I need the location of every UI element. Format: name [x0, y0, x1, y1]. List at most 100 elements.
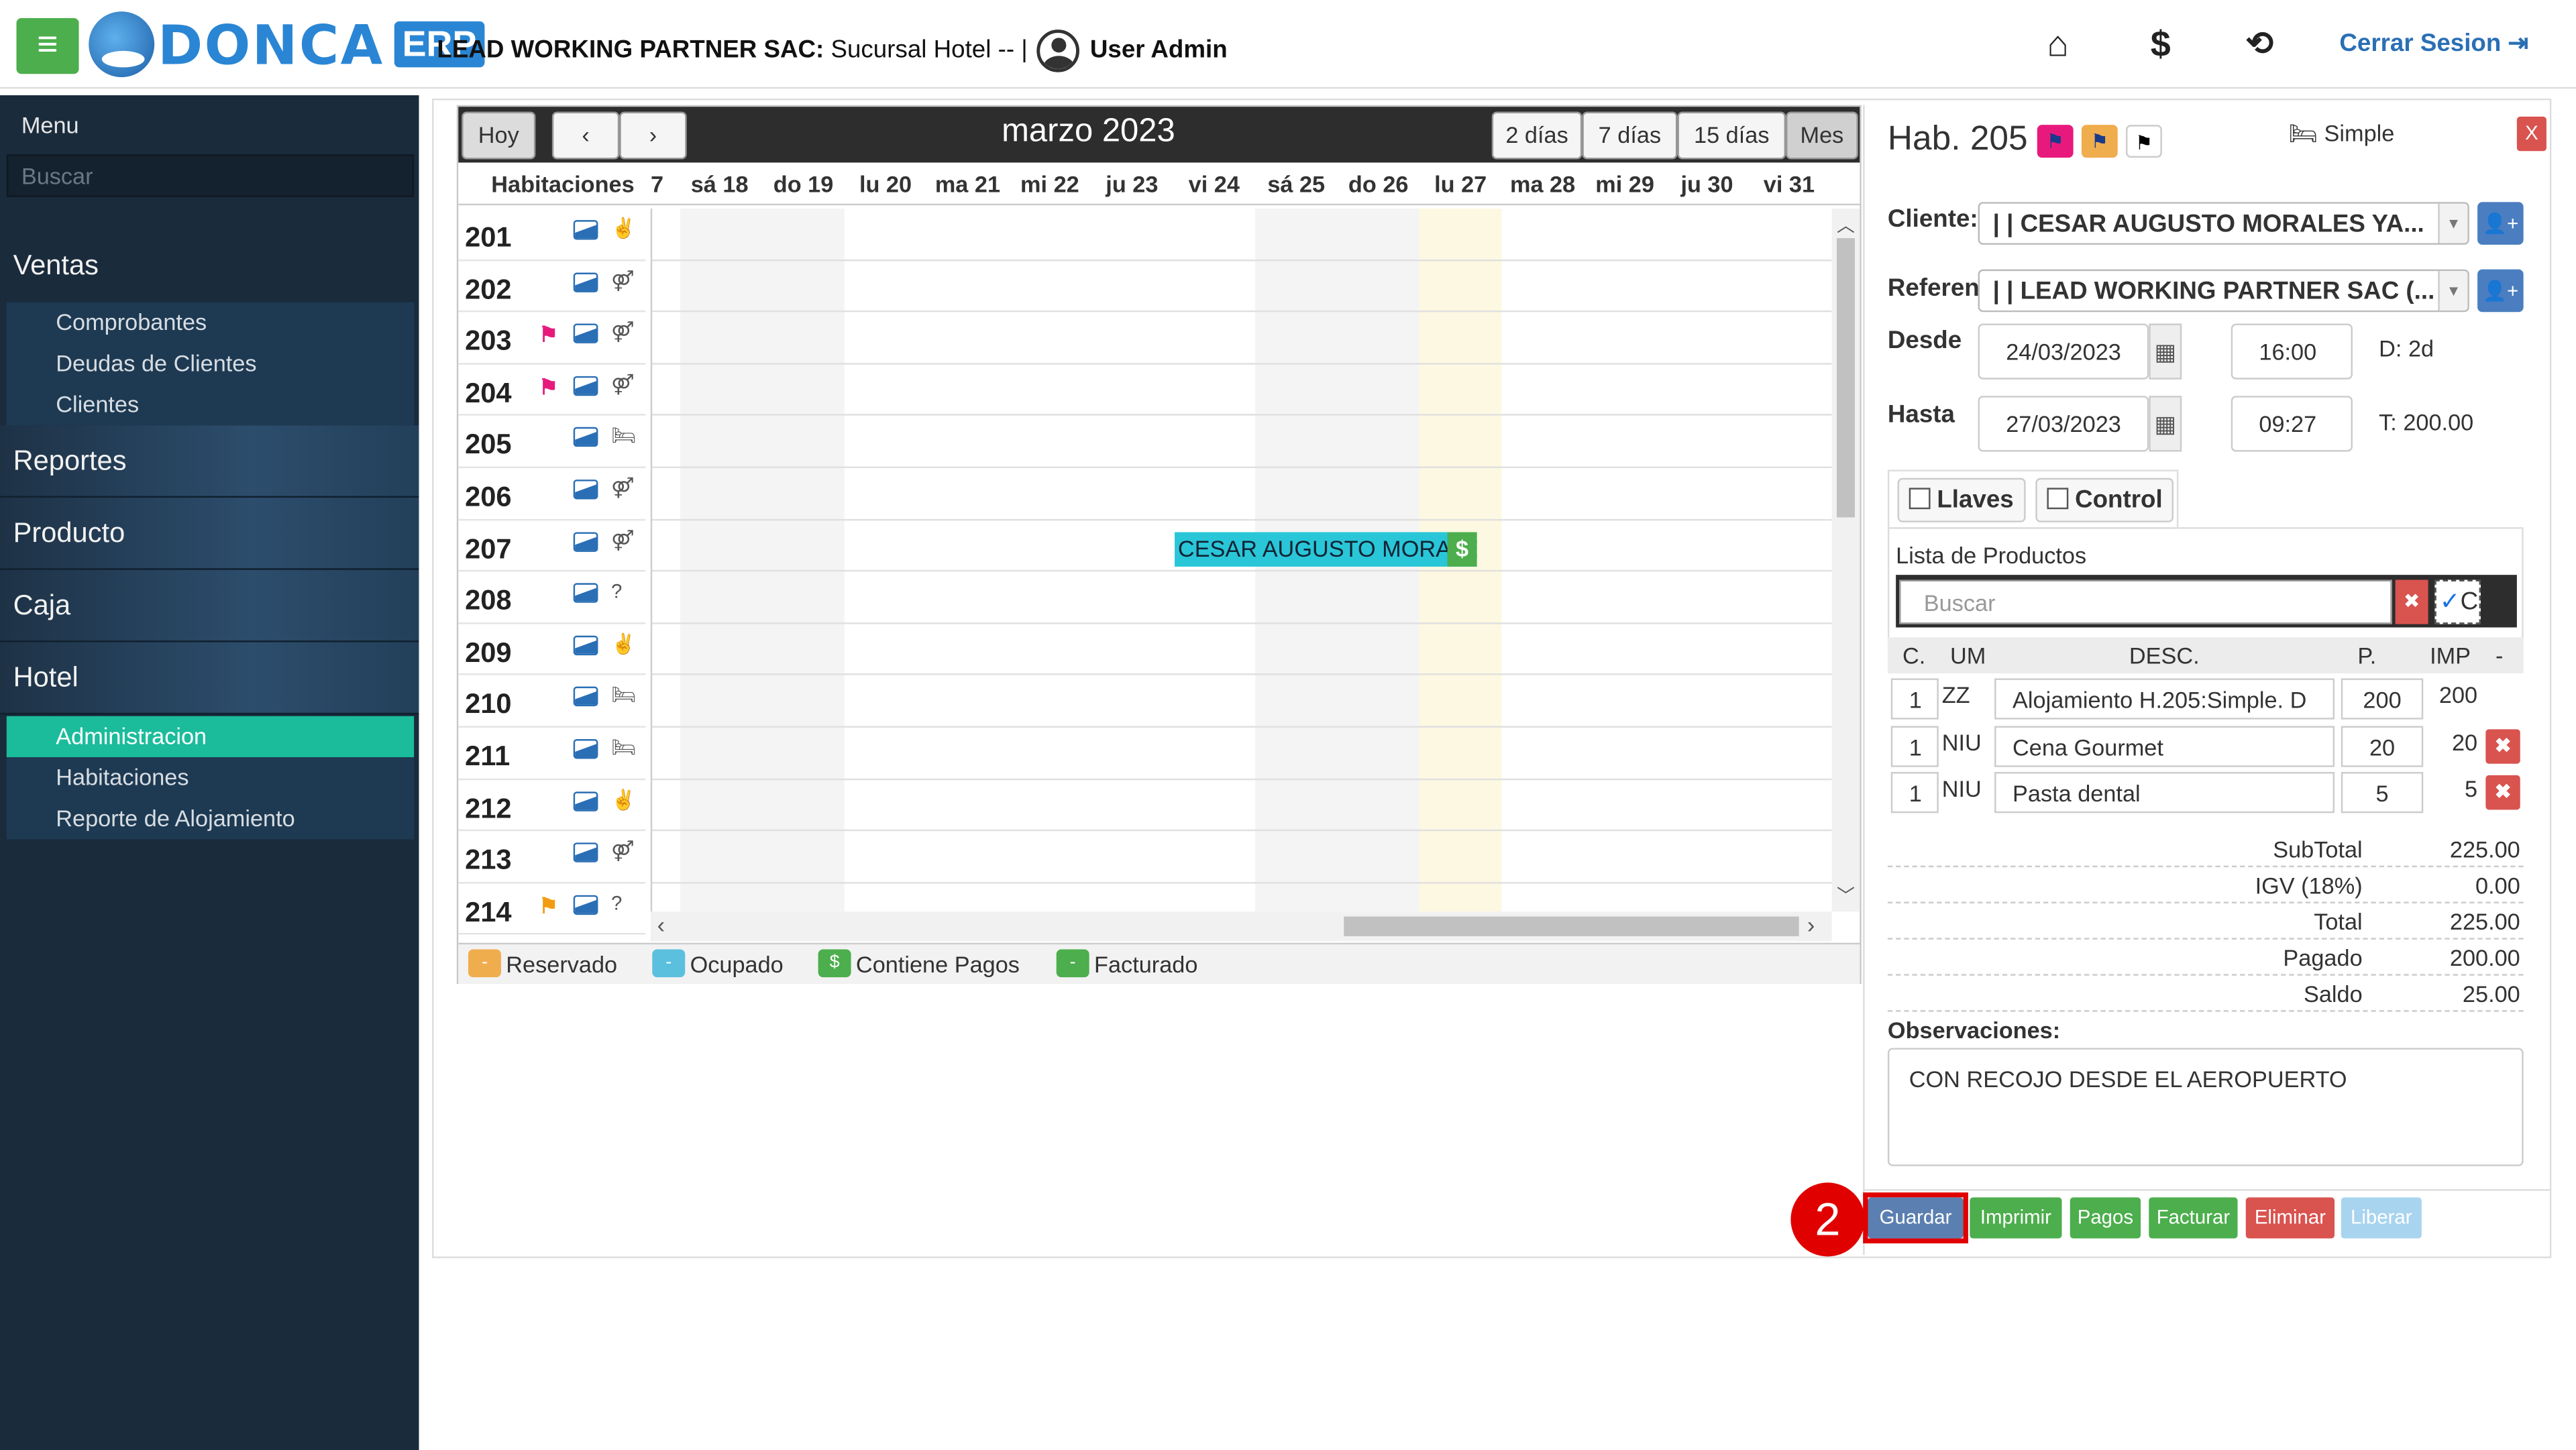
room-image-icon[interactable]	[573, 635, 598, 655]
llaves-checkbox[interactable]: Llaves	[1897, 478, 2025, 522]
user-name[interactable]: User Admin	[1090, 36, 1228, 64]
next-button[interactable]: ›	[619, 111, 687, 160]
room-flag-icon[interactable]: ⚑	[539, 322, 558, 348]
room-status-icon[interactable]: ✌	[611, 217, 636, 239]
room-row[interactable]: 203 ⚑ ⚤	[458, 313, 646, 365]
room-image-icon[interactable]	[573, 583, 598, 604]
scroll-down-icon[interactable]: ﹀	[1837, 882, 1855, 908]
horizontal-scroll-thumb[interactable]	[1344, 916, 1799, 936]
product-qty-input[interactable]: 1	[1890, 725, 1939, 767]
horizontal-scrollbar[interactable]: ‹ ›	[650, 911, 1832, 942]
imprimir-button[interactable]: Imprimir	[1970, 1197, 2062, 1239]
room-row[interactable]: 210 🛏	[458, 675, 646, 728]
room-row[interactable]: 204 ⚑ ⚤	[458, 364, 646, 416]
room-image-icon[interactable]	[573, 220, 598, 240]
flag-orange-icon[interactable]: ⚑	[2081, 125, 2118, 158]
room-flag-icon[interactable]: ⚑	[539, 374, 558, 400]
lock-refresh-icon[interactable]: ⟲	[2246, 23, 2273, 64]
room-image-icon[interactable]	[573, 687, 598, 708]
add-cliente-button[interactable]: 👤+	[2477, 202, 2524, 245]
room-status-icon[interactable]: 🛏	[611, 425, 636, 447]
product-desc-input[interactable]: Alojamiento H.205:Simple. D	[1994, 678, 2335, 720]
sidebar-search-input[interactable]: Buscar	[6, 154, 415, 197]
room-row[interactable]: 206 ⚤	[458, 468, 646, 520]
product-desc-input[interactable]: Cena Gourmet	[1994, 725, 2335, 767]
room-status-icon[interactable]: ⚤	[611, 476, 635, 499]
room-status-icon[interactable]: ?	[611, 580, 622, 603]
hasta-time-input[interactable]: 09:27	[2231, 396, 2353, 452]
vertical-scroll-thumb[interactable]	[1836, 238, 1855, 518]
product-desc-input[interactable]: Pasta dental	[1994, 772, 2335, 814]
sidebar-section-producto[interactable]: Producto	[0, 498, 419, 570]
sidebar-item-administracion[interactable]: Administracion	[6, 716, 415, 757]
sidebar-section-ventas[interactable]: Ventas	[0, 230, 419, 302]
room-row[interactable]: 213 ⚤	[458, 832, 646, 884]
room-row[interactable]: 202 ⚤	[458, 260, 646, 313]
sidebar-item-clientes[interactable]: Clientes	[7, 384, 414, 425]
room-row[interactable]: 201 ✌	[458, 209, 646, 261]
logo[interactable]: DONCA ERP	[89, 10, 485, 79]
room-image-icon[interactable]	[573, 739, 598, 759]
room-image-icon[interactable]	[573, 791, 598, 811]
observaciones-textarea[interactable]: CON RECOJO DESDE EL AEROPUERTO	[1887, 1048, 2524, 1166]
product-price-input[interactable]: 200	[2341, 678, 2424, 720]
room-row[interactable]: 211 🛏	[458, 728, 646, 780]
control-checkbox[interactable]: Control	[2035, 478, 2174, 522]
room-flag-icon[interactable]: ⚑	[539, 893, 558, 919]
room-status-icon[interactable]: 🛏	[611, 684, 636, 707]
flag-pink-icon[interactable]: ⚑	[2037, 125, 2074, 158]
room-status-icon[interactable]: ⚤	[611, 269, 635, 292]
sidebar-item-reporte-alojamiento[interactable]: Reporte de Alojamiento	[7, 798, 414, 839]
flag-black-icon[interactable]: ⚑	[2126, 125, 2162, 158]
view-7-days[interactable]: 7 días	[1582, 111, 1678, 160]
view-month[interactable]: Mes	[1786, 111, 1858, 160]
room-row[interactable]: 214 ⚑?	[458, 883, 646, 936]
room-status-icon[interactable]: ⚤	[611, 321, 635, 343]
logout-link[interactable]: Cerrar Sesion ⇥	[2339, 28, 2528, 58]
today-button[interactable]: Hoy	[462, 111, 536, 160]
liberar-button[interactable]: Liberar	[2341, 1197, 2422, 1239]
close-panel-button[interactable]: X	[2516, 116, 2546, 152]
view-15-days[interactable]: 15 días	[1677, 111, 1786, 160]
room-image-icon[interactable]	[573, 272, 598, 292]
facturar-button[interactable]: Facturar	[2149, 1197, 2238, 1239]
prev-button[interactable]: ‹	[551, 111, 620, 160]
menu-toggle-button[interactable]: ≡	[16, 17, 79, 74]
room-image-icon[interactable]	[573, 323, 598, 344]
pagos-button[interactable]: Pagos	[2070, 1197, 2141, 1239]
eliminar-button[interactable]: Eliminar	[2245, 1197, 2335, 1239]
scroll-up-icon[interactable]: ︿	[1837, 212, 1855, 238]
product-qty-input[interactable]: 1	[1890, 678, 1939, 720]
room-row[interactable]: 209 ✌	[458, 624, 646, 676]
cliente-select[interactable]: | | CESAR AUGUSTO MORALES YA... ▼	[1978, 202, 2469, 245]
room-image-icon[interactable]	[573, 531, 598, 551]
sidebar-item-deudas[interactable]: Deudas de Clientes	[7, 343, 414, 384]
clear-search-icon[interactable]: ✖	[2395, 579, 2428, 624]
room-image-icon[interactable]	[573, 895, 598, 915]
room-row[interactable]: 207 ⚤	[458, 520, 646, 572]
desde-time-input[interactable]: 16:00	[2231, 323, 2353, 380]
room-status-icon[interactable]: ✌	[611, 788, 636, 811]
room-status-icon[interactable]: ⚤	[611, 528, 635, 551]
room-image-icon[interactable]	[573, 842, 598, 863]
room-row[interactable]: 205 🛏	[458, 416, 646, 468]
view-2-days[interactable]: 2 días	[1491, 111, 1582, 160]
desde-date-input[interactable]: 24/03/2023	[1978, 323, 2149, 380]
sidebar-section-caja[interactable]: Caja	[0, 569, 419, 643]
room-image-icon[interactable]	[573, 480, 598, 500]
home-icon[interactable]: ⌂	[2047, 23, 2069, 66]
room-status-icon[interactable]: 🛏	[611, 736, 636, 759]
sidebar-item-comprobantes[interactable]: Comprobantes	[7, 302, 414, 343]
dollar-icon[interactable]: $	[2151, 23, 2171, 66]
room-status-icon[interactable]: ✌	[611, 632, 636, 655]
sidebar-item-habitaciones[interactable]: Habitaciones	[7, 757, 414, 798]
referencia-select[interactable]: | | LEAD WORKING PARTNER SAC (... ▼	[1978, 269, 2469, 313]
product-price-input[interactable]: 20	[2341, 725, 2424, 767]
calendar-icon[interactable]: ▦	[2149, 323, 2182, 380]
room-row[interactable]: 212 ✌	[458, 779, 646, 832]
room-status-icon[interactable]: ⚤	[611, 840, 635, 862]
delete-product-button[interactable]: ✖	[2485, 775, 2520, 810]
vertical-scrollbar[interactable]: ︿ ﹀	[1831, 209, 1860, 912]
sidebar-section-hotel[interactable]: Hotel	[0, 642, 419, 715]
room-status-icon[interactable]: ?	[611, 891, 622, 914]
